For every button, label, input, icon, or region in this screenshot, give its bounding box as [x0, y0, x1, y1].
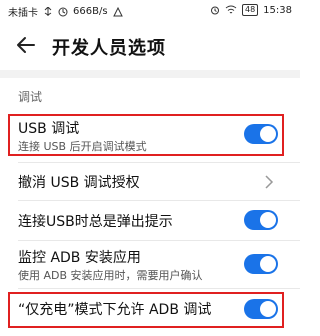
wifi-icon: [225, 5, 237, 15]
toggle-knob: [260, 256, 276, 272]
item-title: USB 调试: [18, 121, 80, 137]
net-speed-text: 666B/s: [73, 6, 108, 17]
time-text: 15:38: [263, 4, 292, 16]
toggle-knob: [260, 212, 276, 228]
status-right: 48 15:38: [210, 4, 292, 16]
debug-warning-icon: [112, 6, 123, 17]
toggle-knob: [260, 301, 276, 317]
setting-revoke-usb-auth[interactable]: 撤消 USB 调试授权: [0, 164, 300, 198]
item-title: 监控 ADB 安装应用: [18, 250, 141, 266]
item-title: “仅充电”模式下允许 ADB 调试: [18, 302, 212, 318]
header-divider: [0, 70, 300, 78]
title-bar: 开发人员选项: [0, 22, 300, 68]
status-bar: 未插卡 666B/s 48 15:38: [0, 0, 300, 22]
section-label: 调试: [18, 90, 43, 104]
usb-debugging-toggle[interactable]: [244, 124, 278, 144]
alarm-icon: [210, 5, 220, 15]
battery-level: 48: [241, 4, 259, 16]
back-arrow-icon[interactable]: [14, 34, 38, 56]
item-subtitle: 使用 ADB 安装应用时，需要用户确认: [18, 269, 203, 282]
setting-usb-debugging[interactable]: USB 调试 连接 USB 后开启调试模式: [0, 112, 300, 156]
usb-prompt-toggle[interactable]: [244, 210, 278, 230]
setting-usb-prompt[interactable]: 连接USB时总是弹出提示: [0, 202, 300, 238]
charge-only-adb-toggle[interactable]: [244, 299, 278, 319]
toggle-knob: [260, 126, 276, 142]
divider: [18, 162, 300, 163]
divider: [18, 240, 300, 241]
setting-charge-only-adb[interactable]: “仅充电”模式下允许 ADB 调试: [0, 292, 300, 328]
chevron-right-icon: [264, 174, 274, 189]
clock-icon: [58, 7, 68, 17]
divider: [18, 288, 300, 289]
item-subtitle: 连接 USB 后开启调试模式: [18, 140, 147, 153]
setting-monitor-adb-install[interactable]: 监控 ADB 安装应用 使用 ADB 安装应用时，需要用户确认: [0, 242, 300, 286]
usb-icon: [43, 6, 53, 17]
page-title: 开发人员选项: [52, 38, 166, 59]
item-title: 连接USB时总是弹出提示: [18, 214, 173, 230]
battery-icon: 48: [241, 4, 259, 16]
monitor-adb-toggle[interactable]: [244, 254, 278, 274]
status-left: 未插卡 666B/s: [8, 4, 123, 19]
divider: [18, 200, 300, 201]
carrier-text: 未插卡: [8, 8, 38, 19]
item-title: 撤消 USB 调试授权: [18, 175, 140, 191]
